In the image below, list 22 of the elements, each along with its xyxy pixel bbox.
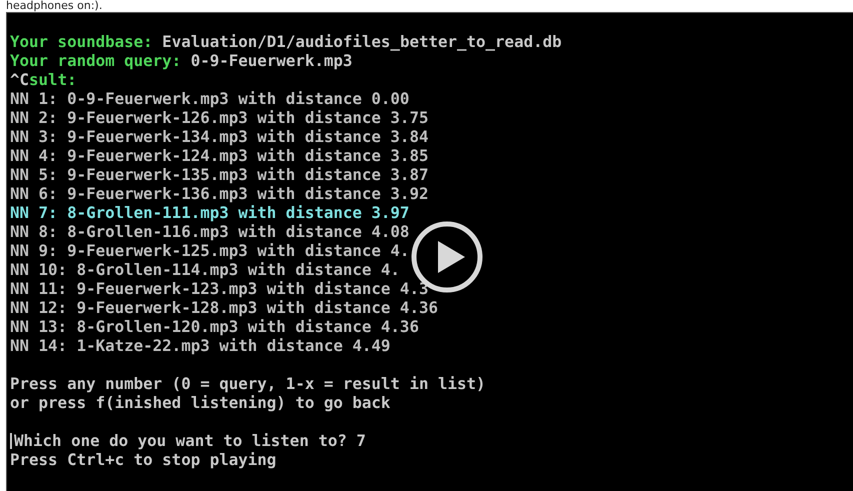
text-cursor xyxy=(10,432,12,448)
result-line: NN 6: 9-Feuerwerk-136.mp3 with distance 3.92 xyxy=(10,184,430,203)
result-line: NN 3: 9-Feuerwerk-134.mp3 with distance 3.84 xyxy=(10,127,430,146)
result-line: NN 7: 8-Grollen-111.mp3 with distance 3.97 xyxy=(10,203,410,222)
terminal-line: ^Csult: xyxy=(10,70,78,89)
result-line: NN 12: 9-Feuerwerk-128.mp3 with distance 4.36 xyxy=(10,298,439,317)
terminal-line: Press any number (0 = query, 1-x = result in list) xyxy=(10,374,487,393)
result-line: NN 8: 8-Grollen-116.mp3 with distance 4.08 xyxy=(10,222,410,241)
result-line: NN 5: 9-Feuerwerk-135.mp3 with distance 3.87 xyxy=(10,165,430,184)
result-line: NN 4: 9-Feuerwerk-124.mp3 with distance 3.85 xyxy=(10,146,430,165)
terminal-line: Your random query: 0-9-Feuerwerk.mp3 xyxy=(10,51,354,70)
result-line: NN 10: 8-Grollen-114.mp3 with distance 4. xyxy=(10,260,401,279)
prompt-line: Which one do you want to listen to? 7 xyxy=(14,431,366,450)
result-line: NN 9: 9-Feuerwerk-125.mp3 with distance 4. xyxy=(10,241,410,260)
result-line: NN 13: 8-Grollen-120.mp3 with distance 4.36 xyxy=(10,317,420,336)
result-line: NN 1: 0-9-Feuerwerk.mp3 with distance 0.00 xyxy=(10,89,410,108)
terminal-line: Press Ctrl+c to stop playing xyxy=(10,450,278,469)
terminal-line: or press f(inished listening) to go back xyxy=(10,393,392,412)
result-line: NN 14: 1-Katze-22.mp3 with distance 4.49 xyxy=(10,336,392,355)
terminal-line: Your soundbase: Evaluation/D1/audiofiles_better_to_read.db xyxy=(10,32,563,51)
caption-text: headphones on:). xyxy=(6,0,102,12)
result-line: NN 2: 9-Feuerwerk-126.mp3 with distance 3.75 xyxy=(10,108,430,127)
